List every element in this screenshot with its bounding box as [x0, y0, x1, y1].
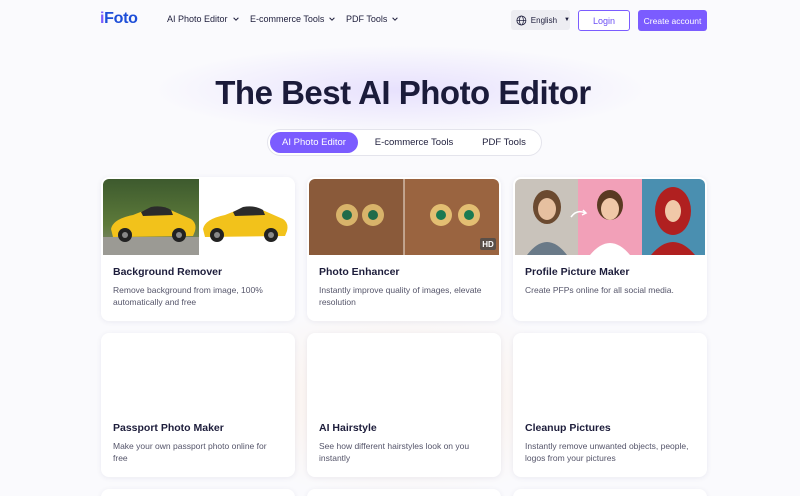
card-description: Make your own passport photo online for …: [113, 441, 267, 463]
card-description: Instantly improve quality of images, ele…: [319, 285, 482, 307]
nav-ai-photo-editor[interactable]: AI Photo Editor: [167, 14, 240, 24]
chevron-down-icon: [392, 17, 399, 21]
category-tabs: AI Photo Editor E-commerce Tools PDF Too…: [267, 129, 542, 156]
card-partial: [513, 489, 707, 496]
nav-pdf-tools[interactable]: PDF Tools: [346, 14, 399, 24]
photo-enhancer-image: HD: [309, 179, 499, 255]
language-selector[interactable]: English ▼: [511, 10, 570, 30]
tab-ecommerce-tools[interactable]: E-commerce Tools: [358, 132, 470, 153]
card-title: Passport Photo Maker: [113, 422, 224, 434]
login-button[interactable]: Login: [578, 10, 630, 31]
card-description: Remove background from image, 100% autom…: [113, 285, 263, 307]
background-remover-image: [103, 179, 293, 255]
top-header: iFoto AI Photo Editor E-commerce Tools P…: [0, 0, 800, 40]
hd-badge: HD: [482, 240, 494, 249]
profile-picture-image: [515, 179, 705, 255]
tab-pdf-tools[interactable]: PDF Tools: [470, 132, 538, 153]
card-partial: [101, 489, 295, 496]
card-cleanup-pictures[interactable]: Cleanup Pictures Instantly remove unwant…: [513, 333, 707, 477]
card-profile-picture-maker[interactable]: Profile Picture Maker Create PFPs online…: [513, 177, 707, 321]
card-title: Background Remover: [113, 266, 223, 278]
card-partial: [307, 489, 501, 496]
caret-down-icon: ▼: [564, 17, 570, 23]
card-ai-hairstyle[interactable]: AI Hairstyle See how different hairstyle…: [307, 333, 501, 477]
card-description: Instantly remove unwanted objects, peopl…: [525, 441, 689, 463]
card-description: Create PFPs online for all social media.: [525, 285, 674, 295]
card-title: Cleanup Pictures: [525, 422, 611, 434]
create-account-button[interactable]: Create account: [638, 10, 707, 31]
card-passport-photo-maker[interactable]: Passport Photo Maker Make your own passp…: [101, 333, 295, 477]
nav-ecommerce-tools[interactable]: E-commerce Tools: [250, 14, 336, 24]
chevron-down-icon: [232, 17, 239, 21]
chevron-down-icon: [329, 17, 336, 21]
page-title: The Best AI Photo Editor: [215, 74, 591, 111]
globe-icon: [516, 15, 527, 25]
ifoto-logo[interactable]: iFoto: [100, 10, 138, 28]
card-background-remover[interactable]: Background Remover Remove background fro…: [101, 177, 295, 321]
card-title: AI Hairstyle: [319, 422, 377, 434]
card-title: Profile Picture Maker: [525, 266, 630, 278]
card-description: See how different hairstyles look on you…: [319, 441, 470, 463]
card-title: Photo Enhancer: [319, 266, 400, 278]
tab-ai-photo-editor[interactable]: AI Photo Editor: [270, 132, 358, 153]
card-photo-enhancer[interactable]: HD Photo Enhancer Instantly improve qual…: [307, 177, 501, 321]
